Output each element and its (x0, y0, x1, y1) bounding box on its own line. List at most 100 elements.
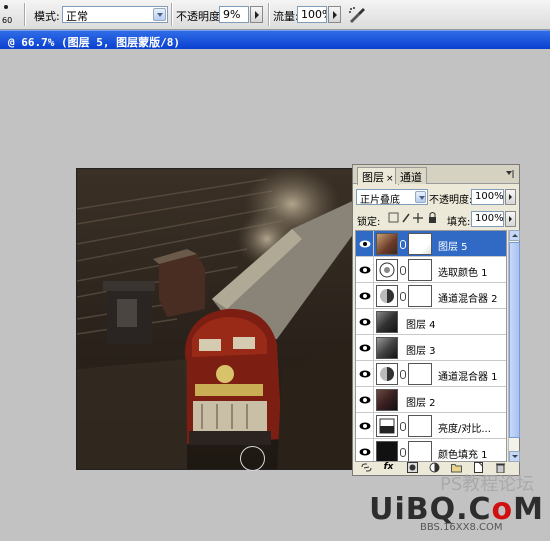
layer-row[interactable]: 图层 2 (356, 387, 506, 413)
fill-thumbnail[interactable] (376, 441, 398, 461)
add-mask-icon[interactable] (407, 462, 418, 473)
lock-label: 锁定: (357, 217, 381, 228)
document-canvas[interactable] (76, 168, 356, 470)
layer-thumbnail[interactable] (376, 337, 398, 359)
layer-name: 通道混合器 1 (438, 372, 498, 383)
layer-thumbnail[interactable] (376, 311, 398, 333)
scroll-thumb[interactable] (509, 242, 520, 438)
link-icon[interactable] (400, 422, 406, 431)
link-icon[interactable] (400, 448, 406, 457)
layer-row[interactable]: 通道混合器 1 (356, 361, 506, 387)
layer-opacity-value: 100% (475, 191, 504, 202)
tab-layers[interactable]: 图层 × (357, 167, 399, 185)
link-icon[interactable] (400, 292, 406, 301)
eye-icon (359, 266, 371, 274)
adjustment-layer-icon[interactable] (429, 462, 440, 473)
chevron-down-icon[interactable] (153, 8, 166, 21)
chevron-down-icon[interactable] (415, 191, 426, 203)
visibility-toggle[interactable] (356, 283, 374, 308)
eye-icon (359, 240, 371, 248)
layer-row[interactable]: 图层 4 (356, 309, 506, 335)
opacity-slider-button[interactable] (250, 6, 263, 23)
fill-value: 100% (475, 213, 504, 224)
layer-opacity-slider-button[interactable] (505, 189, 516, 205)
layer-thumbnail[interactable] (376, 389, 398, 411)
fill-input[interactable]: 100% (471, 211, 504, 227)
flow-input[interactable]: 100% (297, 6, 327, 23)
layer-mask-thumbnail[interactable] (408, 441, 432, 461)
lock-all-icon[interactable] (429, 217, 436, 223)
eye-icon (359, 396, 371, 404)
link-icon[interactable] (400, 370, 406, 379)
layer-name: 图层 5 (438, 242, 468, 253)
visibility-toggle[interactable] (356, 413, 374, 438)
mode-select[interactable]: 正常 (62, 6, 168, 23)
lock-position-icon[interactable] (413, 213, 423, 223)
watermark-text-3: M (513, 492, 544, 527)
close-icon[interactable]: × (386, 174, 394, 184)
layer-opacity-label: 不透明度: (429, 195, 473, 206)
mode-label: 模式: (34, 10, 60, 23)
link-layers-icon[interactable] (361, 462, 372, 473)
visibility-toggle[interactable] (356, 439, 374, 461)
lock-transparent-icon[interactable] (388, 212, 399, 223)
tab-channels[interactable]: 通道 (395, 167, 427, 184)
layer-mask-thumbnail[interactable] (408, 285, 432, 307)
airbrush-icon[interactable] (346, 4, 368, 26)
layer-name: 选取颜色 1 (438, 268, 488, 279)
flow-slider-button[interactable] (328, 6, 341, 23)
layer-opacity-input[interactable]: 100% (471, 189, 504, 205)
layer-row[interactable]: 亮度/对比... (356, 413, 506, 439)
layer-row[interactable]: 通道混合器 2 (356, 283, 506, 309)
flow-label: 流量: (273, 10, 299, 23)
layer-mask-thumbnail[interactable] (408, 259, 432, 281)
layer-mask-thumbnail[interactable] (408, 415, 432, 437)
lock-pixels-icon[interactable] (402, 213, 410, 223)
document-title-bar[interactable]: @ 66.7% (图层 5, 图层蒙版/8) (0, 30, 550, 49)
visibility-toggle[interactable] (356, 361, 374, 386)
layer-name: 图层 2 (406, 398, 436, 409)
adjustment-thumbnail[interactable] (376, 363, 398, 385)
layer-list: 图层 5 选取颜色 1 通道混合器 2 图层 4 图层 3 通道混合器 1 图层… (355, 230, 507, 462)
fill-slider-button[interactable] (505, 211, 516, 227)
layer-row[interactable]: 图层 3 (356, 335, 506, 361)
opacity-input[interactable]: 9% (219, 6, 249, 23)
adjustment-thumbnail[interactable] (376, 415, 398, 437)
brush-preset-picker[interactable]: 60 (0, 2, 22, 28)
visibility-toggle[interactable] (356, 335, 374, 360)
layer-mask-thumbnail[interactable] (408, 363, 432, 385)
visibility-toggle[interactable] (356, 231, 374, 256)
layer-name: 图层 4 (406, 320, 436, 331)
adjustment-thumbnail[interactable] (376, 259, 398, 281)
layer-row[interactable]: 选取颜色 1 (356, 257, 506, 283)
link-icon[interactable] (400, 240, 406, 249)
scroll-up-icon[interactable] (509, 230, 520, 241)
eye-icon (359, 448, 371, 456)
link-icon[interactable] (400, 266, 406, 275)
layer-name: 图层 3 (406, 346, 436, 357)
layer-thumbnail[interactable] (376, 233, 398, 255)
layer-row[interactable]: 图层 5 (356, 231, 506, 257)
panel-menu-icon[interactable] (505, 169, 515, 179)
blend-mode-value: 正片叠底 (360, 195, 400, 206)
fill-label: 填充: (447, 217, 471, 228)
layer-list-scrollbar[interactable] (508, 230, 520, 462)
layer-name: 通道混合器 2 (438, 294, 498, 305)
adjustment-thumbnail[interactable] (376, 285, 398, 307)
panel-tab-strip: 图层 × 通道 (353, 165, 519, 185)
brush-tip-icon (4, 5, 8, 9)
fx-icon[interactable]: fx (383, 462, 394, 473)
lock-row: 锁定: 填充: 100% (353, 209, 519, 229)
tab-layers-label: 图层 (362, 171, 384, 184)
layer-name: 颜色填充 1 (438, 450, 488, 461)
visibility-toggle[interactable] (356, 309, 374, 334)
mode-value: 正常 (66, 10, 88, 23)
train-photo (77, 169, 355, 469)
eye-icon (359, 318, 371, 326)
layer-mask-thumbnail[interactable] (408, 233, 432, 255)
visibility-toggle[interactable] (356, 387, 374, 412)
visibility-toggle[interactable] (356, 257, 374, 282)
brush-cursor (240, 446, 265, 471)
blend-mode-select[interactable]: 正片叠底 (356, 189, 428, 206)
layer-row[interactable]: 颜色填充 1 (356, 439, 506, 461)
